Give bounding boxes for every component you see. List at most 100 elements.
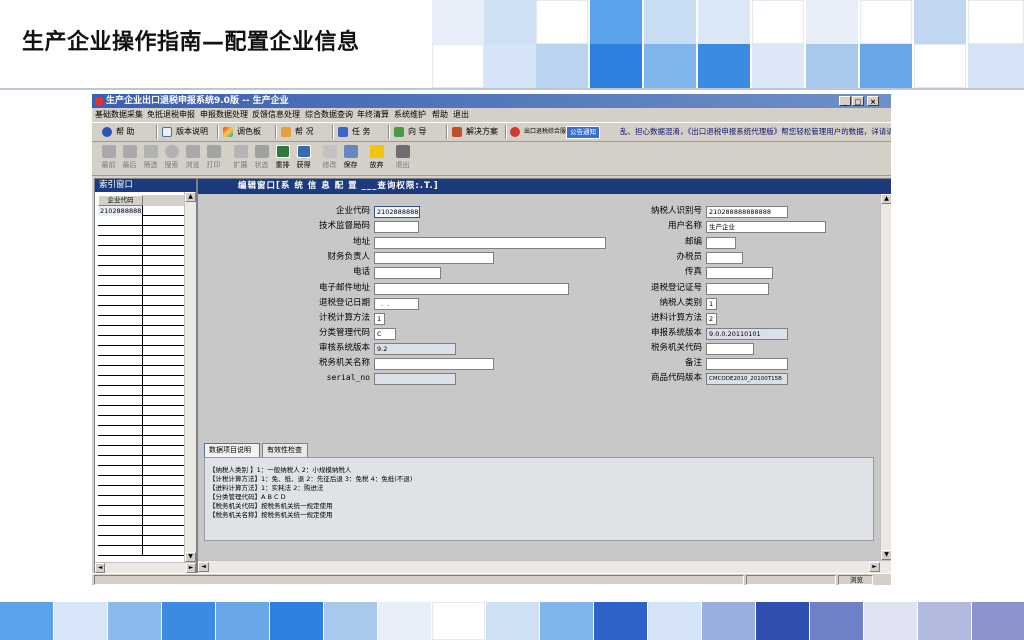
exit-button[interactable]: 退出 [393, 144, 412, 174]
scroll-down-icon[interactable]: ▼ [881, 550, 891, 560]
taxpayer-id-field[interactable]: 210288888888888 [706, 206, 788, 218]
table-row[interactable] [98, 466, 184, 476]
table-row[interactable] [98, 486, 184, 496]
table-row[interactable] [98, 406, 184, 416]
table-row[interactable] [98, 506, 184, 516]
filter-button[interactable]: 筛选 [141, 144, 160, 174]
finance-head-field[interactable] [374, 252, 494, 264]
class-code-field[interactable]: C [374, 328, 396, 340]
minimize-button[interactable]: _ [839, 96, 851, 106]
edit-button[interactable]: 修改 [320, 144, 339, 174]
table-row[interactable] [98, 256, 184, 266]
company-code-field[interactable]: 2102888888 [374, 206, 420, 218]
help-button[interactable]: 帮 助 [102, 125, 135, 138]
save-button[interactable]: 保存 [341, 144, 360, 174]
table-row[interactable] [98, 266, 184, 276]
remark-field[interactable] [706, 358, 788, 370]
scroll-left-icon[interactable]: ◄ [95, 563, 105, 573]
menu-basic-data[interactable]: 基础数据采集 [95, 109, 143, 120]
email-field[interactable] [374, 283, 569, 295]
status-button[interactable]: 帮 况 [281, 125, 314, 138]
scroll-up-icon[interactable]: ▲ [185, 192, 196, 202]
tax-authority-code-field[interactable] [706, 343, 754, 355]
user-name-field[interactable]: 生产企业 [706, 221, 826, 233]
table-row[interactable] [98, 416, 184, 426]
menu-year-end[interactable]: 年终清算 [357, 109, 389, 120]
menu-exit[interactable]: 退出 [453, 109, 469, 120]
expand-button[interactable]: 扩展 [231, 144, 250, 174]
tab-validity-check[interactable]: 有效性检查 [262, 443, 308, 457]
color-button[interactable]: 调色板 [223, 125, 261, 138]
fax-field[interactable] [706, 267, 773, 279]
table-row[interactable] [98, 436, 184, 446]
last-button[interactable]: 最后 [120, 144, 139, 174]
tab-field-description[interactable]: 数据项目说明 [204, 443, 260, 457]
table-row[interactable] [98, 236, 184, 246]
solution-button[interactable]: 解决方案 [452, 125, 498, 138]
table-row[interactable] [98, 496, 184, 506]
scroll-right-icon[interactable]: ► [869, 562, 880, 572]
table-row[interactable] [98, 516, 184, 526]
portal-button[interactable]: 出口退税综合服务 [510, 125, 572, 138]
tech-code-field[interactable] [374, 221, 419, 233]
edit-vertical-scrollbar[interactable]: ▲ ▼ [880, 194, 891, 560]
index-column-header[interactable]: 企业代码 [98, 195, 184, 206]
table-row[interactable] [98, 306, 184, 316]
table-row[interactable] [98, 376, 184, 386]
table-row[interactable] [98, 316, 184, 326]
state-button[interactable]: 状态 [252, 144, 271, 174]
fetch-button[interactable]: 获得 [294, 144, 313, 174]
table-row[interactable] [98, 286, 184, 296]
close-button[interactable]: × [867, 96, 879, 106]
table-row[interactable] [98, 276, 184, 286]
table-row[interactable] [98, 396, 184, 406]
table-row[interactable] [98, 426, 184, 436]
table-row[interactable] [98, 346, 184, 356]
table-row[interactable] [98, 446, 184, 456]
index-vertical-scrollbar[interactable]: ▲ ▼ [184, 192, 196, 562]
menu-help[interactable]: 帮助 [432, 109, 448, 120]
table-row[interactable] [98, 246, 184, 256]
tax-clerk-field[interactable] [706, 252, 743, 264]
phone-field[interactable] [374, 267, 441, 279]
edit-horizontal-scrollbar[interactable]: ◄ ► [198, 560, 891, 574]
scroll-left-icon[interactable]: ◄ [198, 562, 209, 572]
tax-calc-method-field[interactable]: 1 [374, 313, 385, 325]
table-row[interactable] [98, 386, 184, 396]
table-row[interactable]: 2102888888 [98, 206, 184, 216]
import-calc-method-field[interactable]: 2 [706, 313, 717, 325]
table-row[interactable] [98, 216, 184, 226]
taxpayer-type-field[interactable]: 1 [706, 298, 717, 310]
scroll-down-icon[interactable]: ▼ [185, 552, 196, 562]
menu-feedback[interactable]: 反馈信息处理 [252, 109, 300, 120]
postcode-field[interactable] [706, 237, 736, 249]
wizard-button[interactable]: 向 导 [394, 125, 427, 138]
scroll-up-icon[interactable]: ▲ [881, 194, 891, 204]
address-field[interactable] [374, 237, 606, 249]
menu-maintenance[interactable]: 系统维护 [394, 109, 426, 120]
menu-query[interactable]: 综合数据查询 [305, 109, 353, 120]
register-cert-field[interactable] [706, 283, 769, 295]
table-row[interactable] [98, 526, 184, 536]
table-row[interactable] [98, 356, 184, 366]
table-row[interactable] [98, 456, 184, 466]
table-row[interactable] [98, 536, 184, 546]
discard-button[interactable]: 放弃 [367, 144, 386, 174]
menu-data-process[interactable]: 申报数据处理 [200, 109, 248, 120]
reorder-button[interactable]: 重排 [273, 144, 292, 174]
scroll-right-icon[interactable]: ► [186, 563, 196, 573]
table-row[interactable] [98, 546, 184, 556]
maximize-button[interactable]: □ [852, 96, 864, 106]
table-row[interactable] [98, 226, 184, 236]
print-button[interactable]: 打印 [204, 144, 223, 174]
tax-authority-name-field[interactable] [374, 358, 494, 370]
version-button[interactable]: 版本说明 [162, 125, 208, 138]
table-row[interactable] [98, 326, 184, 336]
table-row[interactable] [98, 476, 184, 486]
browse-button[interactable]: 浏览 [183, 144, 202, 174]
table-row[interactable] [98, 296, 184, 306]
menu-declare[interactable]: 免抵退税申报 [147, 109, 195, 120]
notice-badge[interactable]: 公告通知 [566, 126, 600, 139]
first-button[interactable]: 最前 [99, 144, 118, 174]
table-row[interactable] [98, 366, 184, 376]
